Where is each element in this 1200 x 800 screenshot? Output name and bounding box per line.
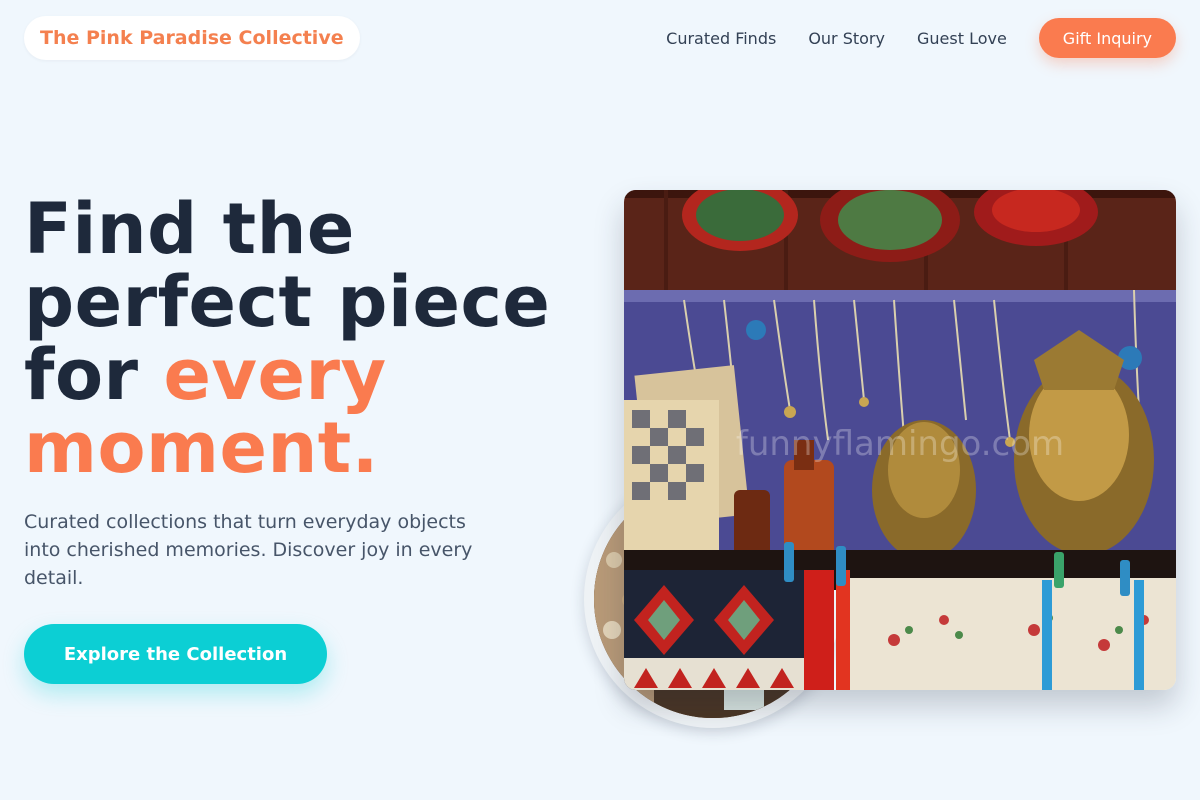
hero-photo-souvenir-stall: funnyflamingo.com [624,190,1176,690]
nav-link-guest-love[interactable]: Guest Love [917,29,1007,48]
nav-link-our-story[interactable]: Our Story [808,29,885,48]
brand-name: The Pink Paradise Collective [40,27,344,49]
hero-title-accent-every: every [163,334,387,416]
hero-title-line-1: Find the [24,188,355,270]
gift-inquiry-button[interactable]: Gift Inquiry [1038,18,1176,58]
top-navigation: The Pink Paradise Collective Curated Fin… [0,0,1200,76]
photo-watermark: funnyflamingo.com [736,424,1064,464]
hero-subtitle: Curated collections that turn everyday o… [24,511,473,589]
explore-collection-label: Explore the Collection [63,643,288,665]
hero-title-line-2: perfect piece [24,261,551,343]
explore-collection-button[interactable]: Explore the Collection [24,624,327,684]
gift-inquiry-label: Gift Inquiry [1062,28,1152,48]
hero-title: Find the perfect piece for every moment. [24,193,584,485]
brand-logo[interactable]: The Pink Paradise Collective [24,16,360,60]
nav-links: Curated Finds Our Story Guest Love Gift … [666,0,1176,76]
hero-title-accent-moment: moment. [24,407,379,489]
nav-link-curated-finds[interactable]: Curated Finds [666,29,776,48]
hero-title-line-3: for [24,334,164,416]
